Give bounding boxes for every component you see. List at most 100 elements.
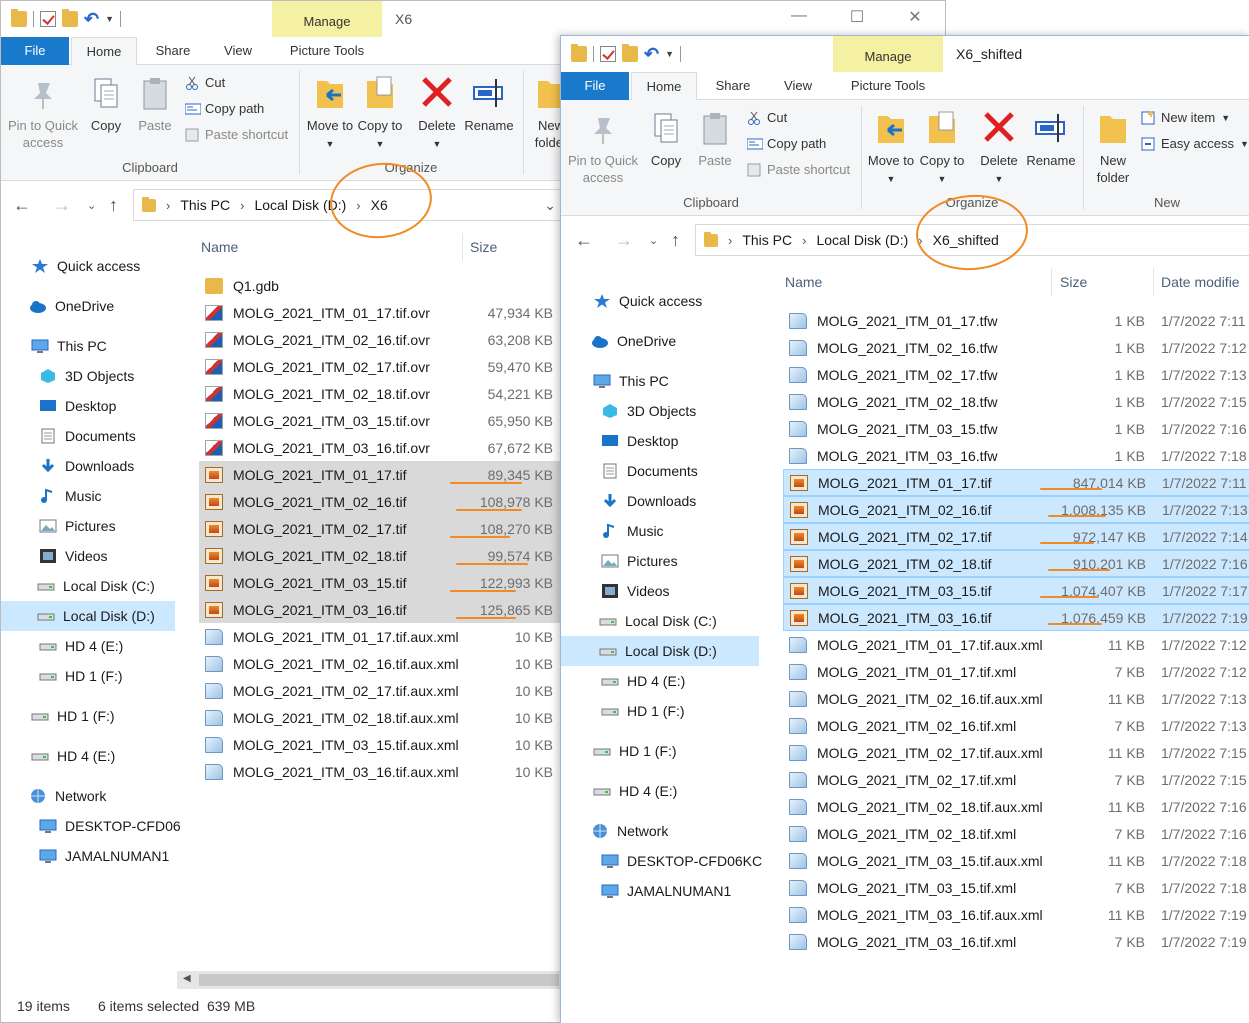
nav-item-pictures[interactable]: Pictures <box>1 511 175 541</box>
file-row[interactable]: MOLG_2021_ITM_03_16.tif.aux.xml 10 KB <box>199 758 561 785</box>
back-arrow-icon[interactable]: ← <box>575 230 593 251</box>
nav-item-videos[interactable]: Videos <box>561 576 759 606</box>
nav-item-hd-1-f[interactable]: HD 1 (F:) <box>561 736 759 766</box>
nav-item-desktop[interactable]: Desktop <box>1 391 175 421</box>
context-tab-manage[interactable]: Manage <box>272 1 382 37</box>
up-arrow-icon[interactable]: ↑ <box>109 195 118 216</box>
paste-shortcut-button[interactable]: Paste shortcut <box>185 127 288 142</box>
qat-dropdown-icon[interactable]: ▼ <box>665 49 674 59</box>
nav-item-this-pc[interactable]: This PC <box>561 366 759 396</box>
copy-path-button[interactable]: Copy path <box>746 136 826 151</box>
rename-button[interactable]: Rename <box>463 75 515 134</box>
nav-item-music[interactable]: Music <box>561 516 759 546</box>
nav-item-documents[interactable]: Documents <box>1 421 175 451</box>
copy-button[interactable]: Copy <box>85 75 127 134</box>
file-row[interactable]: MOLG_2021_ITM_02_18.tif.ovr 54,221 KB <box>199 380 561 407</box>
horizontal-scrollbar[interactable]: ◀ <box>177 971 563 989</box>
delete-button[interactable]: Delete ▼ <box>975 110 1023 188</box>
nav-item-hd-4-e[interactable]: HD 4 (E:) <box>561 776 759 806</box>
nav-item-onedrive[interactable]: OneDrive <box>1 291 175 321</box>
paste-shortcut-button[interactable]: Paste shortcut <box>747 162 850 177</box>
nav-item-music[interactable]: Music <box>1 481 175 511</box>
file-row[interactable]: MOLG_2021_ITM_02_18.tif.xml 7 KB 1/7/2022 … <box>783 820 1249 847</box>
cut-button[interactable]: Cut <box>185 75 225 90</box>
file-row[interactable]: MOLG_2021_ITM_02_17.tfw 1 KB 1/7/2022 7:13 <box>783 361 1249 388</box>
column-header-date-modified[interactable]: Date modifie <box>1161 274 1240 290</box>
file-row[interactable]: MOLG_2021_ITM_03_15.tif 1,074,407 KB 1/7/2… <box>783 577 1249 604</box>
properties-check-icon[interactable] <box>40 11 56 27</box>
file-row[interactable]: MOLG_2021_ITM_02_17.tif.aux.xml 10 KB <box>199 677 561 704</box>
nav-item-local-disk-d[interactable]: Local Disk (D:) <box>1 601 175 631</box>
copy-to-button[interactable]: Copy to ▼ <box>919 110 965 188</box>
file-row[interactable]: MOLG_2021_ITM_01_17.tfw 1 KB 1/7/2022 7:11 <box>783 307 1249 334</box>
nav-item-pictures[interactable]: Pictures <box>561 546 759 576</box>
up-arrow-icon[interactable]: ↑ <box>671 230 680 251</box>
column-header-size[interactable]: Size <box>1060 274 1087 290</box>
minimize-button[interactable]: — <box>779 7 819 25</box>
copy-to-button[interactable]: Copy to ▼ <box>357 75 403 153</box>
copy-path-button[interactable]: Copy path <box>184 101 264 116</box>
recent-dropdown-icon[interactable]: ⌄ <box>649 234 658 247</box>
forward-arrow-icon[interactable]: → <box>53 195 71 216</box>
file-row[interactable]: MOLG_2021_ITM_02_16.tif.ovr 63,208 KB <box>199 326 561 353</box>
file-row[interactable]: MOLG_2021_ITM_03_15.tfw 1 KB 1/7/2022 7:16 <box>783 415 1249 442</box>
nav-item-local-disk-c[interactable]: Local Disk (C:) <box>1 571 175 601</box>
file-row[interactable]: MOLG_2021_ITM_03_16.tif.xml 7 KB 1/7/2022 … <box>783 928 1249 955</box>
nav-item-hd-1-f[interactable]: HD 1 (F:) <box>561 696 759 726</box>
undo-icon[interactable]: ↶ <box>84 10 99 28</box>
file-row[interactable]: MOLG_2021_ITM_03_16.tif.ovr 67,672 KB <box>199 434 561 461</box>
pin-to-quick-access-button[interactable]: Pin to Quick access <box>5 75 81 151</box>
maximize-button[interactable]: ☐ <box>837 7 877 27</box>
nav-item-hd-4-e[interactable]: HD 4 (E:) <box>1 741 175 771</box>
file-row[interactable]: MOLG_2021_ITM_02_16.tfw 1 KB 1/7/2022 7:12 <box>783 334 1249 361</box>
pin-to-quick-access-button[interactable]: Pin to Quick access <box>565 110 641 186</box>
file-row[interactable]: MOLG_2021_ITM_03_16.tif.aux.xml 11 KB 1/7/… <box>783 901 1249 928</box>
undo-icon[interactable]: ↶ <box>644 45 659 63</box>
file-row[interactable]: MOLG_2021_ITM_02_17.tif.aux.xml 11 KB 1/7/… <box>783 739 1249 766</box>
close-button[interactable]: ✕ <box>895 7 935 27</box>
nav-item-quick-access[interactable]: Quick access <box>561 286 759 316</box>
qat-dropdown-icon[interactable]: ▼ <box>105 14 114 24</box>
tab-file[interactable]: File <box>1 37 69 65</box>
nav-item-3d-objects[interactable]: 3D Objects <box>561 396 759 426</box>
nav-item-downloads[interactable]: Downloads <box>561 486 759 516</box>
scroll-left-icon[interactable]: ◀ <box>183 973 191 984</box>
paste-button[interactable]: Paste <box>133 75 177 134</box>
new-folder-icon[interactable] <box>62 9 78 27</box>
file-row[interactable]: MOLG_2021_ITM_02_18.tif 910,201 KB 1/7/202… <box>783 550 1249 577</box>
nav-item-hd-1-f[interactable]: HD 1 (F:) <box>1 701 175 731</box>
nav-item-hd-1-f[interactable]: HD 1 (F:) <box>1 661 175 691</box>
file-row[interactable]: MOLG_2021_ITM_02_16.tif.aux.xml 11 KB 1/7/… <box>783 685 1249 712</box>
file-row[interactable]: MOLG_2021_ITM_01_17.tif.xml 7 KB 1/7/2022 … <box>783 658 1249 685</box>
context-tab-manage[interactable]: Manage <box>833 36 943 72</box>
new-folder-icon[interactable] <box>622 44 638 62</box>
file-row[interactable]: MOLG_2021_ITM_01_17.tif.ovr 47,934 KB <box>199 299 561 326</box>
cut-button[interactable]: Cut <box>747 110 787 125</box>
delete-button[interactable]: Delete ▼ <box>413 75 461 153</box>
file-row[interactable]: MOLG_2021_ITM_02_17.tif 972,147 KB 1/7/202… <box>783 523 1249 550</box>
breadcrumb-this-pc[interactable]: This PC <box>180 197 230 213</box>
tab-share[interactable]: Share <box>143 37 203 65</box>
file-row[interactable]: MOLG_2021_ITM_02_18.tif.aux.xml 11 KB 1/7/… <box>783 793 1249 820</box>
file-row[interactable]: MOLG_2021_ITM_02_18.tfw 1 KB 1/7/2022 7:15 <box>783 388 1249 415</box>
tab-share[interactable]: Share <box>703 72 763 100</box>
file-row[interactable]: MOLG_2021_ITM_03_15.tif.xml 7 KB 1/7/2022 … <box>783 874 1249 901</box>
move-to-button[interactable]: Move to ▼ <box>306 75 354 153</box>
file-row[interactable]: MOLG_2021_ITM_01_17.tif.aux.xml 10 KB <box>199 623 561 650</box>
file-row[interactable]: MOLG_2021_ITM_02_16.tif.aux.xml 10 KB <box>199 650 561 677</box>
rename-button[interactable]: Rename <box>1025 110 1077 169</box>
file-row[interactable]: MOLG_2021_ITM_02_17.tif.xml 7 KB 1/7/2022 … <box>783 766 1249 793</box>
properties-check-icon[interactable] <box>600 46 616 62</box>
copy-button[interactable]: Copy <box>645 110 687 169</box>
tab-view[interactable]: View <box>209 37 267 65</box>
nav-item-jamalnuman1[interactable]: JAMALNUMAN1 <box>561 876 759 906</box>
file-row[interactable]: MOLG_2021_ITM_03_15.tif.aux.xml 11 KB 1/7/… <box>783 847 1249 874</box>
new-folder-button[interactable]: New folder <box>1091 110 1135 186</box>
tab-home[interactable]: Home <box>71 37 137 66</box>
tab-home[interactable]: Home <box>631 72 697 101</box>
file-row[interactable]: MOLG_2021_ITM_01_17.tif.aux.xml 11 KB 1/7/… <box>783 631 1249 658</box>
nav-item-local-disk-d[interactable]: Local Disk (D:) <box>561 636 759 666</box>
column-header-size[interactable]: Size <box>470 239 497 255</box>
easy-access-button[interactable]: Easy access ▼ <box>1141 136 1249 151</box>
move-to-button[interactable]: Move to ▼ <box>867 110 915 188</box>
